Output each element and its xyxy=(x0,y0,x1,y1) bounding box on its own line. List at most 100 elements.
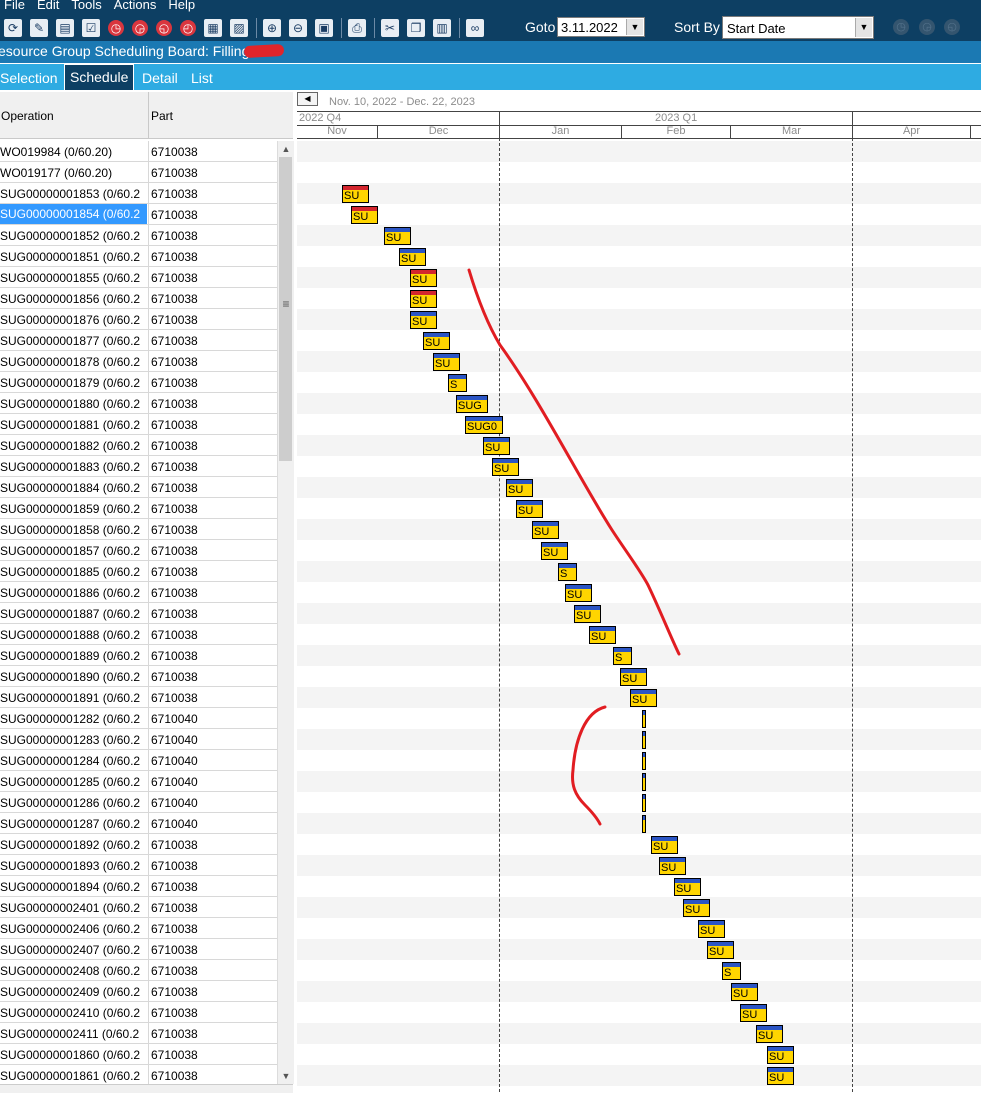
schedule-bar[interactable]: SU xyxy=(516,500,543,518)
schedule-icon[interactable]: ▤ xyxy=(56,19,74,37)
checklist-icon[interactable]: ☑ xyxy=(82,19,100,37)
table-row[interactable]: SUG00000001861 (0/60.2 6710038 xyxy=(0,1065,277,1086)
schedule-bar[interactable]: S xyxy=(613,647,632,665)
table-row[interactable]: SUG00000001881 (0/60.2 6710038 xyxy=(0,414,277,435)
table-row[interactable]: SUG00000001891 (0/60.2 6710038 xyxy=(0,687,277,708)
menu-file[interactable]: File xyxy=(4,0,25,13)
menu-actions[interactable]: Actions xyxy=(114,0,157,13)
table-row[interactable]: SUG00000002410 (0/60.2 6710038 xyxy=(0,1002,277,1023)
table-row[interactable]: SUG00000001882 (0/60.2 6710038 xyxy=(0,435,277,456)
clock-check-icon[interactable]: ◶ xyxy=(132,20,148,36)
previous-range-button[interactable]: ◀ xyxy=(297,92,318,106)
table-row[interactable]: SUG00000001856 (0/60.2 6710038 xyxy=(0,288,277,309)
schedule-bar[interactable]: SU xyxy=(410,269,437,287)
schedule-bar[interactable]: SU xyxy=(674,878,701,896)
schedule-bar[interactable]: SU xyxy=(740,1004,767,1022)
table-row[interactable]: SUG00000001851 (0/60.2 6710038 xyxy=(0,246,277,267)
schedule-bar[interactable] xyxy=(642,773,646,791)
menu-edit[interactable]: Edit xyxy=(37,0,59,13)
schedule-bar[interactable]: SU xyxy=(767,1046,794,1064)
table-row[interactable]: SUG00000001886 (0/60.2 6710038 xyxy=(0,582,277,603)
tab-schedule[interactable]: Schedule xyxy=(64,64,135,90)
schedule-bar[interactable]: SU xyxy=(659,857,686,875)
chevron-down-icon[interactable]: ▼ xyxy=(626,19,643,35)
table-row[interactable]: SUG00000001284 (0/60.2 6710040 xyxy=(0,750,277,771)
table-row[interactable]: SUG00000001285 (0/60.2 6710040 xyxy=(0,771,277,792)
table-row[interactable]: SUG00000001894 (0/60.2 6710038 xyxy=(0,876,277,897)
chevron-down-icon[interactable]: ▼ xyxy=(855,18,872,37)
cut-icon[interactable]: ✂ xyxy=(381,19,399,37)
schedule-bar[interactable]: SU xyxy=(483,437,510,455)
schedule-bar[interactable]: SU xyxy=(410,290,437,308)
table-row[interactable]: SUG00000001853 (0/60.2 6710038 xyxy=(0,183,277,204)
table-row[interactable]: SUG00000001859 (0/60.2 6710038 xyxy=(0,498,277,519)
table-row[interactable]: SUG00000001283 (0/60.2 6710040 xyxy=(0,729,277,750)
sort-by-select[interactable]: Start Date ▼ xyxy=(722,16,874,39)
paste-icon[interactable]: ▥ xyxy=(433,19,451,37)
column-header-part[interactable]: Part xyxy=(151,109,173,123)
clock-alert-icon[interactable]: ◵ xyxy=(156,20,172,36)
table-row[interactable]: SUG00000001888 (0/60.2 6710038 xyxy=(0,624,277,645)
schedule-bar[interactable]: SU xyxy=(423,332,450,350)
schedule-bar[interactable] xyxy=(642,815,646,833)
table-row[interactable]: SUG00000001889 (0/60.2 6710038 xyxy=(0,645,277,666)
eraser-icon[interactable]: ✎ xyxy=(30,19,48,37)
table-row[interactable]: WO019984 (0/60.20) 6710038 xyxy=(0,141,277,162)
schedule-bar[interactable]: SU xyxy=(506,479,533,497)
schedule-bar[interactable]: SU xyxy=(756,1025,783,1043)
table-row[interactable]: SUG00000002411 (0/60.2 6710038 xyxy=(0,1023,277,1044)
schedule-bar[interactable] xyxy=(642,731,646,749)
schedule-bar[interactable]: SU xyxy=(410,311,437,329)
table-row[interactable]: SUG00000001877 (0/60.2 6710038 xyxy=(0,330,277,351)
schedule-bar[interactable]: SU xyxy=(698,920,725,938)
table-row[interactable]: SUG00000001852 (0/60.2 6710038 xyxy=(0,225,277,246)
table-row[interactable]: SUG00000001879 (0/60.2 6710038 xyxy=(0,372,277,393)
schedule-bar[interactable]: SU xyxy=(532,521,559,539)
refresh-icon[interactable]: ⟳ xyxy=(4,19,22,37)
schedule-bar[interactable]: SU xyxy=(574,605,601,623)
schedule-bar[interactable]: SU xyxy=(433,353,460,371)
zoom-out-icon[interactable]: ⊖ xyxy=(289,19,307,37)
zoom-in-icon[interactable]: ⊕ xyxy=(263,19,281,37)
table-row[interactable]: SUG00000001857 (0/60.2 6710038 xyxy=(0,540,277,561)
schedule-bar[interactable]: SU xyxy=(731,983,758,1001)
menu-tools[interactable]: Tools xyxy=(71,0,101,13)
table-row[interactable]: WO019177 (0/60.20) 6710038 xyxy=(0,162,277,183)
table-row[interactable]: SUG00000002407 (0/60.2 6710038 xyxy=(0,939,277,960)
binoculars-icon[interactable]: ∞ xyxy=(466,19,484,37)
schedule-bar[interactable] xyxy=(642,752,646,770)
schedule-bar[interactable]: SUG0 xyxy=(465,416,503,434)
clock-back-icon[interactable]: ◴ xyxy=(180,20,196,36)
scroll-down-icon[interactable]: ▼ xyxy=(278,1068,294,1084)
table-row[interactable]: SUG00000001893 (0/60.2 6710038 xyxy=(0,855,277,876)
schedule-bar[interactable]: SU xyxy=(589,626,616,644)
table-row[interactable]: SUG00000001883 (0/60.2 6710038 xyxy=(0,456,277,477)
table-row[interactable]: SUG00000001890 (0/60.2 6710038 xyxy=(0,666,277,687)
schedule-bar[interactable] xyxy=(642,710,646,728)
schedule-bar[interactable]: SU xyxy=(399,248,426,266)
table-row[interactable]: SUG00000001880 (0/60.2 6710038 xyxy=(0,393,277,414)
table-row[interactable]: SUG00000001282 (0/60.2 6710040 xyxy=(0,708,277,729)
schedule-bar[interactable]: SU xyxy=(351,206,378,224)
table-row[interactable]: SUG00000002406 (0/60.2 6710038 xyxy=(0,918,277,939)
table-row[interactable]: SUG00000002401 (0/60.2 6710038 xyxy=(0,897,277,918)
schedule-bar[interactable]: S xyxy=(558,563,577,581)
schedule-bar[interactable]: SU xyxy=(384,227,411,245)
tab-detail[interactable]: Detail xyxy=(137,67,183,89)
schedule-bar[interactable]: S xyxy=(448,374,467,392)
table-row[interactable]: SUG00000001876 (0/60.2 6710038 xyxy=(0,309,277,330)
print-icon[interactable]: ⎙ xyxy=(348,19,366,37)
table-row[interactable]: SUG00000001884 (0/60.2 6710038 xyxy=(0,477,277,498)
table-row[interactable]: SUG00000001286 (0/60.2 6710040 xyxy=(0,792,277,813)
schedule-bar[interactable]: SU xyxy=(620,668,647,686)
schedule-bar[interactable] xyxy=(642,794,646,812)
table-row[interactable]: SUG00000001892 (0/60.2 6710038 xyxy=(0,834,277,855)
schedule-bar[interactable]: SU xyxy=(492,458,519,476)
clock-icon[interactable]: ◷ xyxy=(108,20,124,36)
schedule-bar[interactable]: SU xyxy=(767,1067,794,1085)
table-row[interactable]: SUG00000001855 (0/60.2 6710038 xyxy=(0,267,277,288)
table-row[interactable]: SUG00000002408 (0/60.2 6710038 xyxy=(0,960,277,981)
schedule-bar[interactable]: SU xyxy=(651,836,678,854)
schedule-bar[interactable]: S xyxy=(722,962,741,980)
schedule-bar[interactable]: SU xyxy=(630,689,657,707)
